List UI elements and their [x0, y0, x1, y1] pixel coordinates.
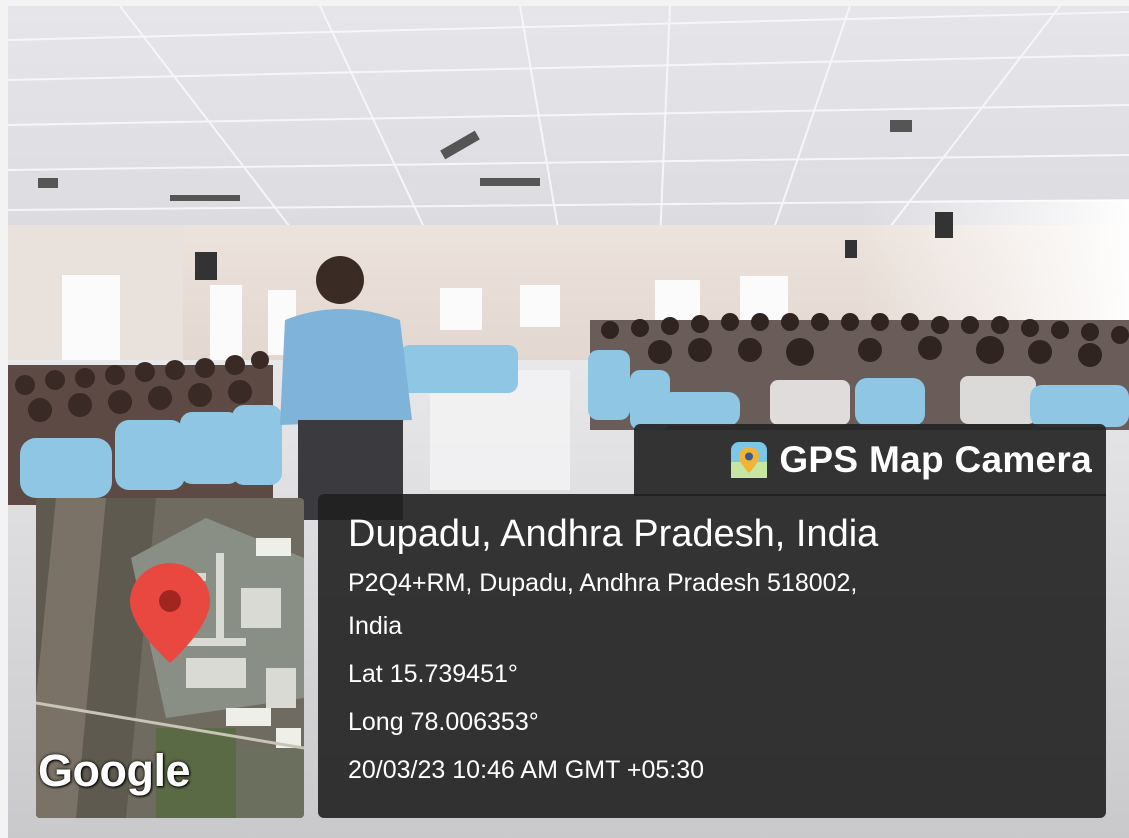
location-info-panel: Dupadu, Andhra Pradesh, India P2Q4+RM, D… — [318, 494, 1106, 818]
app-name: GPS Map Camera — [779, 439, 1092, 480]
photo-frame: GPS Map Camera Dupadu, Andhra Pradesh, I… — [0, 0, 1129, 838]
address-line-2: India — [348, 612, 403, 640]
longitude: Long 78.006353° — [348, 708, 539, 736]
datetime: 20/03/23 10:46 AM GMT +05:30 — [348, 756, 705, 784]
gps-camera-badge: GPS Map Camera — [634, 424, 1106, 496]
latitude: Lat 15.739451° — [348, 660, 518, 688]
place-name: Dupadu, Andhra Pradesh, India — [348, 513, 879, 555]
location-pin-map-icon — [731, 442, 768, 478]
google-attribution: Google — [38, 745, 191, 796]
address-line-1: P2Q4+RM, Dupadu, Andhra Pradesh 518002, — [348, 569, 858, 597]
